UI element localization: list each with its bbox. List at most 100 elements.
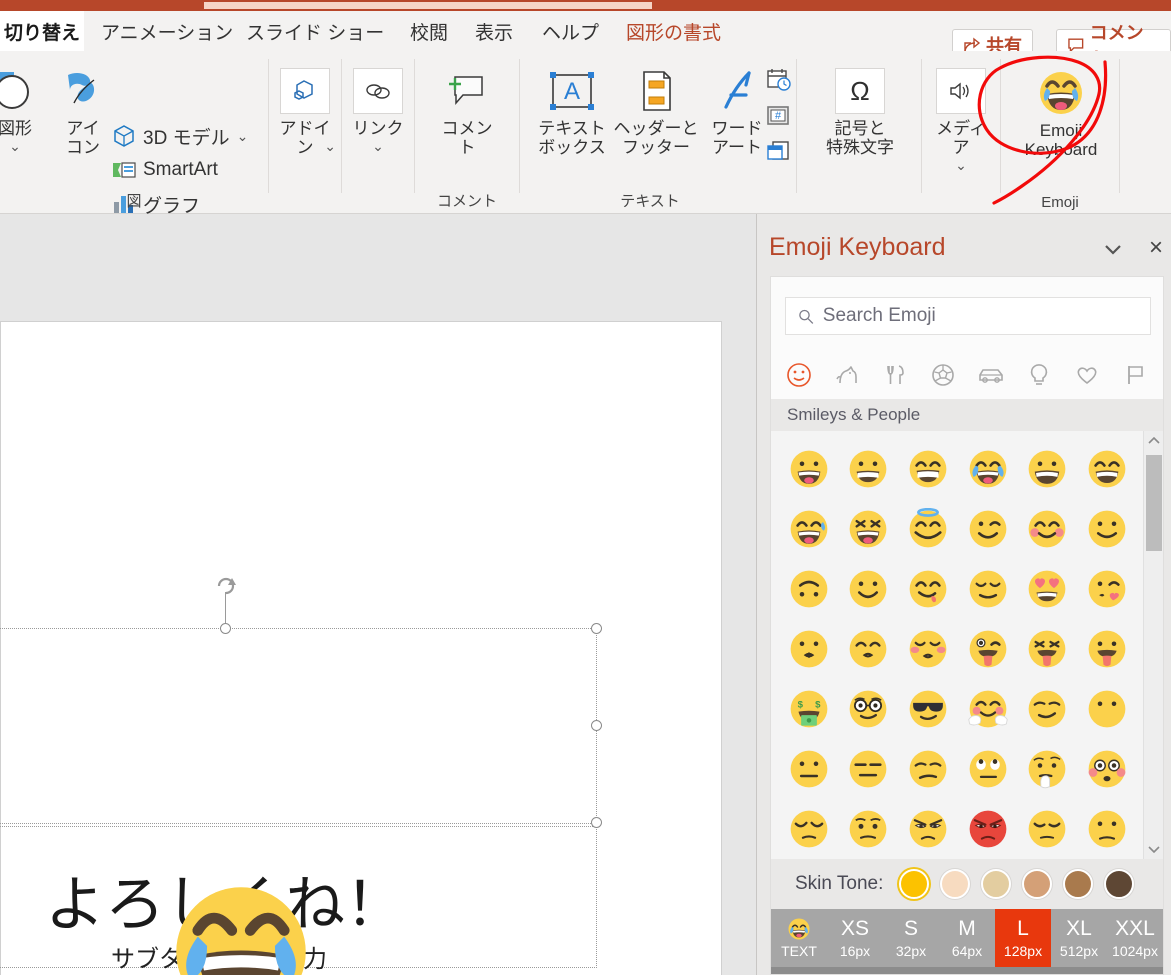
emoji-cell[interactable] [958,563,1018,615]
link-button[interactable]: リンク ⌄ [345,65,411,155]
category-animals-nature[interactable] [830,358,864,392]
emoji-cell[interactable] [898,803,958,855]
emoji-cell[interactable] [1018,443,1078,495]
size-option-text[interactable]: TEXT [771,909,827,967]
emoji-grid-scrollbar[interactable] [1143,431,1163,859]
category-symbols[interactable] [1070,358,1104,392]
emoji-cell[interactable] [958,623,1018,675]
category-smileys-people[interactable] [782,358,816,392]
size-option-l[interactable]: L 128px [995,909,1051,967]
inserted-emoji-image[interactable] [167,878,315,975]
emoji-cell[interactable] [779,443,839,495]
emoji-cell[interactable] [839,443,899,495]
tab-review[interactable]: 校閲 [401,11,457,51]
emoji-cell[interactable] [958,683,1018,735]
emoji-cell[interactable] [1018,683,1078,735]
size-option-m[interactable]: M 64px [939,909,995,967]
skin-tone-swatch[interactable] [1104,869,1135,899]
emoji-cell[interactable] [839,503,899,555]
emoji-cell[interactable] [779,743,839,795]
addins-button[interactable]: アドイ ン ⌄ [272,65,338,157]
chevron-down-icon[interactable]: ⌄ [237,128,249,145]
emoji-cell[interactable] [839,743,899,795]
emoji-cell[interactable]: $ $ [779,683,839,735]
emoji-cell[interactable] [779,503,839,555]
3d-model-button[interactable]: 3D モデル ⌄ [112,121,248,151]
emoji-cell[interactable] [958,503,1018,555]
chevron-down-icon[interactable]: ⌄ [324,138,336,155]
new-comment-button[interactable]: コメント [434,65,500,157]
skin-tone-swatch[interactable] [1063,869,1094,899]
emoji-cell[interactable] [839,803,899,855]
emoji-keyboard-button[interactable]: Emoji Keyboard [1021,67,1101,159]
emoji-cell[interactable] [1077,443,1137,495]
selection-handle-top-right[interactable] [591,623,602,634]
date-time-button[interactable] [763,65,795,95]
close-icon[interactable]: × [1149,236,1163,260]
insert-object-button[interactable] [763,137,795,167]
media-button[interactable]: メディア ⌄ [928,65,994,174]
symbol-button[interactable]: Ω 記号と 特殊文字 [823,65,897,157]
emoji-cell[interactable] [958,743,1018,795]
selection-handle-top[interactable] [220,623,231,634]
category-travel-places[interactable] [974,358,1008,392]
emoji-cell[interactable] [1077,563,1137,615]
emoji-cell[interactable] [898,503,958,555]
tab-transitions[interactable]: 切り替え [0,11,84,51]
emoji-cell[interactable] [1077,803,1137,855]
emoji-cell[interactable] [1018,803,1078,855]
text-box-button[interactable]: A テキスト ボックス [532,65,612,157]
smartart-button[interactable]: SmartArt [112,155,218,185]
rotation-handle-icon[interactable] [213,574,239,598]
tab-shape-format[interactable]: 図形の書式 [617,11,730,51]
size-option-xs[interactable]: XS 16px [827,909,883,967]
slide[interactable]: よろしくね！ サブタイトルを入力 [0,321,722,975]
emoji-cell[interactable] [958,803,1018,855]
category-objects[interactable] [1022,358,1056,392]
emoji-cell[interactable] [839,563,899,615]
tab-help[interactable]: ヘルプ [533,11,608,51]
chevron-down-icon[interactable]: ⌄ [9,138,21,155]
tab-view[interactable]: 表示 [466,11,522,51]
emoji-cell[interactable] [958,443,1018,495]
skin-tone-swatch[interactable] [1022,869,1053,899]
category-flags[interactable] [1118,358,1152,392]
emoji-cell[interactable] [1018,743,1078,795]
title-placeholder[interactable] [0,628,597,824]
search-emoji-field[interactable] [785,297,1151,335]
chevron-down-icon[interactable] [1103,242,1123,256]
header-footer-button[interactable]: ヘッダーと フッター [613,65,699,157]
scrollbar-thumb[interactable] [1146,455,1162,551]
size-option-s[interactable]: S 32px [883,909,939,967]
emoji-cell[interactable] [1018,563,1078,615]
chevron-down-icon[interactable]: ⌄ [372,138,384,155]
emoji-cell[interactable] [1018,503,1078,555]
emoji-cell[interactable] [839,683,899,735]
emoji-cell[interactable] [1077,503,1137,555]
tab-animations[interactable]: アニメーション [92,11,242,51]
slide-number-button[interactable]: # [763,101,795,131]
skin-tone-swatch[interactable] [940,869,971,899]
emoji-cell[interactable] [779,563,839,615]
size-option-xxl[interactable]: XXL 1024px [1107,909,1163,967]
emoji-cell[interactable] [898,563,958,615]
emoji-cell[interactable] [898,743,958,795]
scroll-up-button[interactable] [1144,431,1163,451]
selection-handle-right[interactable] [591,720,602,731]
category-activity[interactable] [926,358,960,392]
tab-slideshow[interactable]: スライド ショー [237,11,393,51]
search-input[interactable] [822,305,1138,327]
emoji-cell[interactable] [1077,623,1137,675]
shapes-button[interactable]: 図形 ⌄ [0,65,48,155]
emoji-cell[interactable] [1018,623,1078,675]
emoji-cell[interactable] [898,623,958,675]
emoji-cell[interactable] [779,803,839,855]
chevron-down-icon[interactable]: ⌄ [955,157,967,174]
emoji-cell[interactable] [1077,683,1137,735]
size-option-xl[interactable]: XL 512px [1051,909,1107,967]
skin-tone-swatch[interactable] [899,869,930,899]
skin-tone-swatch[interactable] [981,869,1012,899]
emoji-cell[interactable] [839,623,899,675]
scroll-down-button[interactable] [1144,839,1163,859]
selection-handle-bottom-right[interactable] [591,817,602,828]
